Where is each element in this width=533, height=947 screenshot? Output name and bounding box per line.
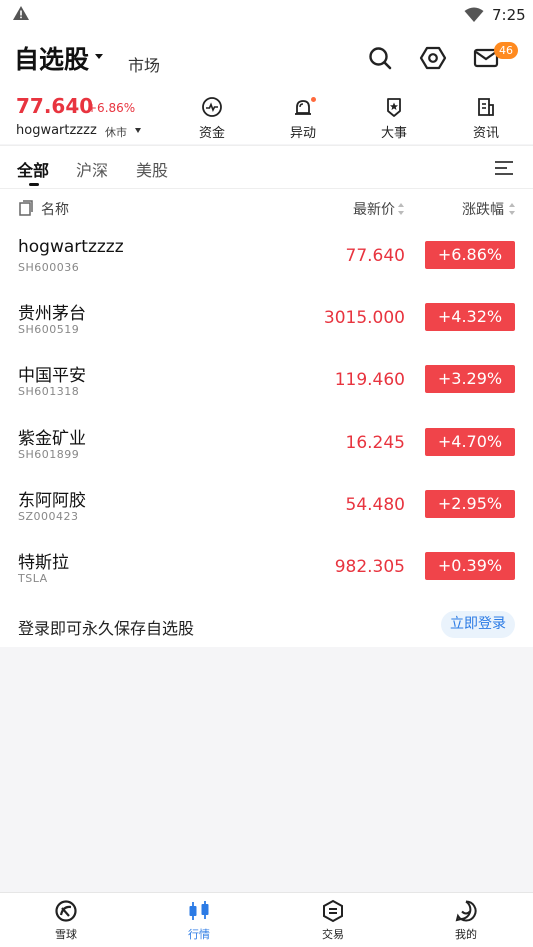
stock-price: 3015.000: [323, 308, 405, 328]
stock-price: 119.460: [334, 370, 405, 390]
quick-entry-label: 资讯: [472, 126, 499, 141]
quick-entry-fund-flow[interactable]: 资金: [182, 96, 242, 142]
quote-dropdown-caret-icon[interactable]: [135, 128, 141, 133]
table-row[interactable]: 特斯拉 TSLA 982.305 +0.39%: [0, 538, 533, 600]
stock-code: SH600036: [18, 261, 80, 274]
table-row[interactable]: 紫金矿业 SH601899 16.245 +4.70%: [0, 414, 533, 476]
profile-icon: [455, 900, 477, 922]
nav-label: 我的: [455, 928, 477, 941]
bottom-nav: 雪球 行情 交易 我的: [0, 892, 533, 947]
stock-code: SH600519: [18, 323, 80, 336]
quick-entry-news[interactable]: 资讯: [456, 96, 516, 142]
market-status: 休市: [105, 126, 127, 139]
featured-change: +6.86%: [87, 101, 136, 115]
table-row[interactable]: 中国平安 SH601318 119.460 +3.29%: [0, 351, 533, 413]
alerts-new-dot: [311, 97, 316, 102]
stock-code: SH601899: [18, 448, 80, 461]
nav-snowball[interactable]: 雪球: [26, 899, 106, 942]
sort-arrows-icon[interactable]: [508, 201, 516, 220]
stock-price: 54.480: [345, 495, 405, 515]
nav-profile[interactable]: 我的: [426, 899, 506, 942]
stock-change-badge[interactable]: +4.70%: [425, 428, 515, 456]
snowball-icon: [55, 900, 77, 922]
stock-change-badge[interactable]: +3.29%: [425, 365, 515, 393]
nav-market[interactable]: 行情: [159, 899, 239, 942]
nav-label: 交易: [322, 928, 344, 941]
group-tabs: 全部 沪深 美股: [0, 145, 533, 189]
stock-name: 紫金矿业: [18, 429, 86, 449]
screen: 7:25 自选股 市场 46 77.640 +6.86% hogwartzzzz…: [0, 0, 533, 947]
watchlist: hogwartzzzz SH600036 77.640 +6.86% 贵州茅台 …: [0, 227, 533, 647]
status-time: 7:25: [492, 6, 526, 24]
stock-name: 东阿阿胶: [18, 491, 86, 511]
stock-code: SZ000423: [18, 510, 79, 523]
quick-entry-label: 异动: [289, 126, 316, 141]
stock-name: hogwartzzzz: [18, 237, 124, 257]
mail-unread-badge: 46: [494, 42, 518, 59]
menu-lines-icon[interactable]: [493, 158, 515, 182]
title-dropdown-caret-icon[interactable]: [95, 54, 103, 59]
list-header: 名称 最新价 涨跌幅: [0, 189, 533, 227]
quick-entry-label: 资金: [198, 126, 225, 141]
settings-hexagon-icon[interactable]: [419, 44, 447, 72]
nav-label: 雪球: [55, 928, 77, 941]
nav-trade[interactable]: 交易: [293, 899, 373, 942]
tab-market[interactable]: 市场: [128, 52, 160, 76]
status-bar: 7:25: [0, 0, 533, 30]
table-row[interactable]: hogwartzzzz SH600036 77.640 +6.86%: [0, 227, 533, 289]
stock-price: 16.245: [345, 433, 405, 453]
tab-all[interactable]: 全部: [17, 157, 49, 181]
stock-change-badge[interactable]: +2.95%: [425, 490, 515, 518]
login-prompt-text: 登录即可永久保存自选股: [18, 619, 195, 638]
stock-name: 中国平安: [18, 366, 86, 386]
candlestick-icon: [189, 901, 209, 920]
stock-code: TSLA: [18, 572, 48, 585]
tab-hushen[interactable]: 沪深: [76, 157, 108, 181]
stock-price: 77.640: [345, 246, 405, 266]
stock-name: 贵州茅台: [18, 304, 86, 324]
stock-name: 特斯拉: [18, 553, 69, 573]
sort-arrows-icon[interactable]: [397, 201, 405, 220]
featured-price: 77.640: [16, 94, 94, 118]
quick-entry-alerts[interactable]: 异动: [273, 96, 333, 142]
featured-quote[interactable]: 77.640 +6.86% hogwartzzzz 休市 资金 异动 大事 资讯: [0, 92, 533, 144]
stock-change-badge[interactable]: +4.32%: [425, 303, 515, 331]
featured-stock-name: hogwartzzzz: [16, 123, 97, 138]
active-tab-indicator: [29, 183, 39, 186]
stock-price: 982.305: [334, 557, 405, 577]
event-badge-icon: [387, 98, 401, 117]
table-row[interactable]: 东阿阿胶 SZ000423 54.480 +2.95%: [0, 476, 533, 538]
page-title[interactable]: 自选股: [14, 40, 89, 76]
top-header: 自选股 市场 46: [0, 30, 533, 92]
login-button[interactable]: 立即登录: [441, 611, 515, 638]
fund-flow-icon: [202, 97, 222, 117]
stock-code: SH601318: [18, 385, 80, 398]
stock-change-badge[interactable]: +6.86%: [425, 241, 515, 269]
quick-entry-label: 大事: [380, 126, 407, 141]
table-row[interactable]: 贵州茅台 SH600519 3015.000 +4.32%: [0, 289, 533, 351]
wifi-icon: [464, 7, 484, 27]
column-change[interactable]: 涨跌幅: [462, 199, 504, 219]
search-icon[interactable]: [366, 44, 394, 72]
tab-us-stocks[interactable]: 美股: [136, 157, 168, 181]
login-prompt: 登录即可永久保存自选股 立即登录: [0, 602, 533, 647]
warning-triangle-icon: [12, 5, 30, 25]
column-name: 名称: [41, 202, 69, 218]
news-doc-icon: [478, 98, 494, 116]
quick-entry-events[interactable]: 大事: [364, 96, 424, 142]
nav-label: 行情: [188, 928, 210, 941]
stock-change-badge[interactable]: +0.39%: [425, 552, 515, 580]
trade-icon: [323, 899, 343, 923]
edit-list-icon[interactable]: [18, 199, 34, 221]
column-price[interactable]: 最新价: [353, 199, 395, 219]
